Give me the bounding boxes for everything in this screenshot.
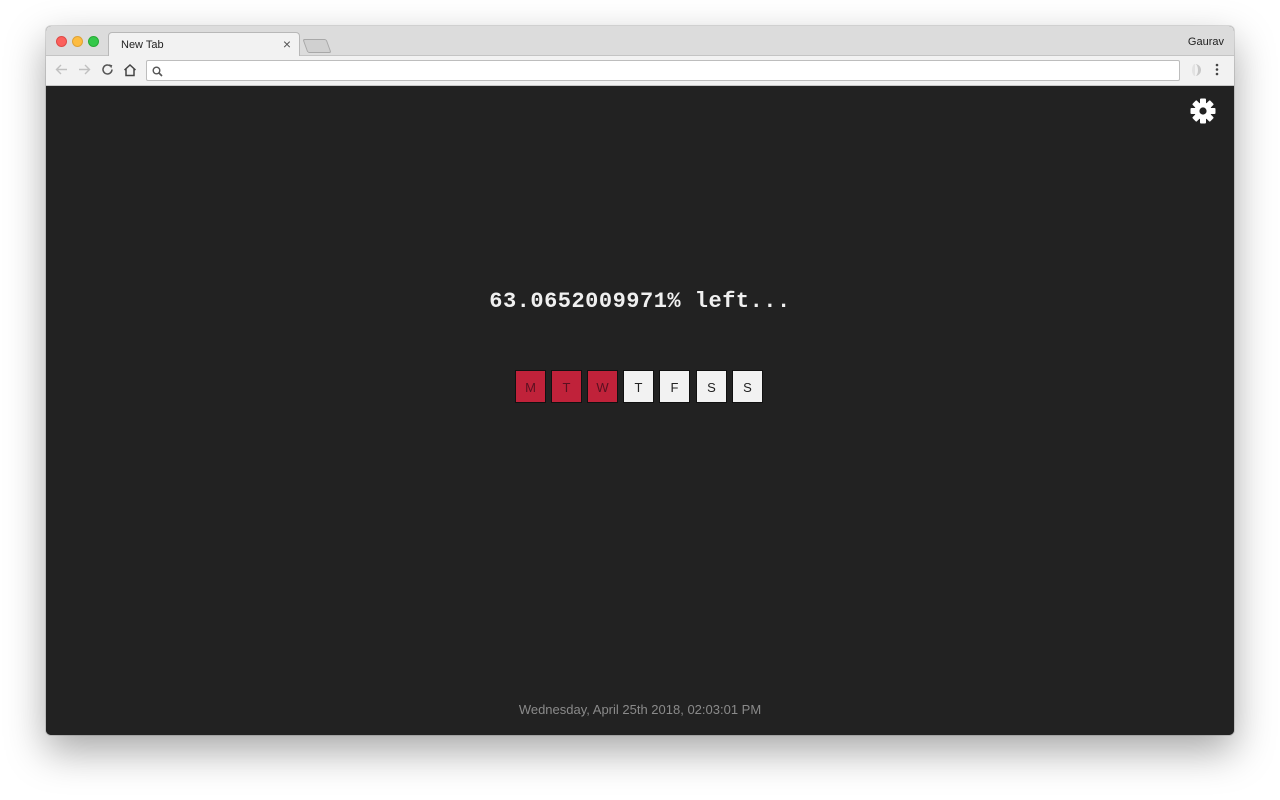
- day-box: W: [587, 370, 618, 403]
- reload-icon[interactable]: [98, 61, 116, 79]
- day-box: M: [515, 370, 546, 403]
- back-arrow-icon[interactable]: [52, 61, 70, 79]
- browser-toolbar: [46, 56, 1234, 86]
- day-box: T: [623, 370, 654, 403]
- new-tab-button[interactable]: [302, 39, 332, 53]
- browser-window: New Tab × Gaurav 63.0652009971% left... …: [46, 26, 1234, 735]
- day-box: S: [696, 370, 727, 403]
- forward-arrow-icon[interactable]: [75, 61, 93, 79]
- home-icon[interactable]: [121, 61, 139, 79]
- address-bar[interactable]: [146, 60, 1180, 81]
- minimize-window-button[interactable]: [72, 36, 83, 47]
- extension-icon[interactable]: [1186, 61, 1204, 79]
- title-bar: New Tab × Gaurav: [46, 26, 1234, 57]
- gear-icon[interactable]: [1190, 98, 1216, 124]
- search-icon: [152, 64, 163, 82]
- new-tab-page: 63.0652009971% left... M T W T F S S Wed…: [46, 86, 1234, 735]
- day-box: T: [551, 370, 582, 403]
- day-box: S: [732, 370, 763, 403]
- percent-left-text: 63.0652009971% left...: [489, 289, 791, 314]
- day-box: F: [659, 370, 690, 403]
- current-datetime: Wednesday, April 25th 2018, 02:03:01 PM: [518, 702, 762, 717]
- maximize-window-button[interactable]: [88, 36, 99, 47]
- menu-kebab-icon[interactable]: [1208, 61, 1226, 79]
- close-icon[interactable]: ×: [283, 36, 291, 52]
- address-input[interactable]: [169, 62, 1173, 79]
- tab-title: New Tab: [121, 39, 164, 51]
- close-window-button[interactable]: [56, 36, 67, 47]
- tab-new-tab[interactable]: New Tab ×: [108, 32, 300, 57]
- profile-name[interactable]: Gaurav: [1188, 36, 1224, 48]
